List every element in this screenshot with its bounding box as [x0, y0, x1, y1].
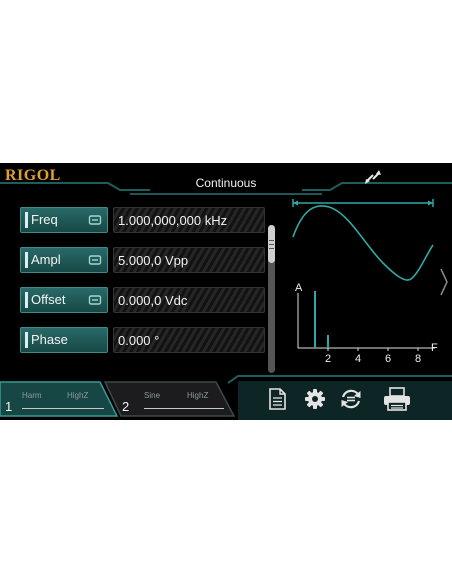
sync-arrows-icon[interactable]: [364, 169, 382, 185]
spectrum-tick-label: 6: [385, 353, 391, 365]
param-row-ampl: Ampl 5.000,0 Vpp: [20, 247, 265, 273]
channel-2-underline: [144, 408, 224, 409]
channel-2-load: HighZ: [187, 391, 209, 400]
channel-1-number: 1: [5, 399, 13, 414]
unit-toggle-icon[interactable]: [88, 254, 102, 266]
channel-1-type: Harm: [22, 391, 42, 400]
ampl-label: Ampl: [31, 252, 61, 267]
gear-icon[interactable]: [302, 386, 328, 412]
param-row-phase: Phase 0.000 °: [20, 327, 265, 353]
spectrum-tick-label: 4: [355, 353, 361, 365]
spectrum-axes: [297, 293, 435, 349]
period-marker: [292, 199, 434, 207]
channel-1-load: HighZ: [67, 391, 89, 400]
freq-value-field[interactable]: 1.000,000,000 kHz: [113, 207, 265, 233]
spectrum-axis-f-label: F: [431, 342, 438, 354]
unit-toggle-icon[interactable]: [88, 294, 102, 306]
waveform-preview: A F 2 4 6 8: [292, 199, 438, 365]
freq-value: 1.000,000,000 kHz: [118, 213, 228, 228]
printer-icon[interactable]: [382, 386, 412, 412]
channel-2-number: 2: [122, 399, 130, 414]
channel-2-tab[interactable]: 2 Sine HighZ: [104, 381, 236, 417]
param-row-freq: Freq 1.000,000,000 kHz: [20, 207, 265, 233]
phase-value-field[interactable]: 0.000 °: [113, 327, 265, 353]
selection-bar: [25, 212, 28, 228]
waveform-curve: [292, 205, 434, 281]
phase-value: 0.000 °: [118, 333, 160, 348]
params-scrollbar[interactable]: [268, 225, 275, 373]
ampl-value-field[interactable]: 5.000,0 Vpp: [113, 247, 265, 273]
param-row-offset: Offset 0.000,0 Vdc: [20, 287, 265, 313]
unit-toggle-icon[interactable]: [88, 214, 102, 226]
selection-bar: [25, 332, 28, 348]
document-icon[interactable]: [264, 386, 290, 412]
selection-bar: [25, 252, 28, 268]
offset-value: 0.000,0 Vdc: [118, 293, 188, 308]
ampl-button[interactable]: Ampl: [20, 247, 108, 273]
spectrum-tick-label: 2: [325, 353, 331, 365]
brand-logo: RIGOL: [5, 167, 61, 184]
freq-button[interactable]: Freq: [20, 207, 108, 233]
next-page-chevron-icon[interactable]: [439, 267, 449, 297]
offset-label: Offset: [31, 292, 66, 307]
offset-value-field[interactable]: 0.000,0 Vdc: [113, 287, 265, 313]
channel-1-tab[interactable]: 1 Harm HighZ: [0, 381, 118, 417]
phase-label: Phase: [31, 332, 68, 347]
channel-1-tab-shape: [0, 381, 118, 417]
scrollbar-thumb[interactable]: [268, 225, 275, 263]
selection-bar: [25, 292, 28, 308]
ampl-value: 5.000,0 Vpp: [118, 253, 189, 268]
channel-2-type: Sine: [144, 391, 161, 400]
spectrum-axis-a-label: A: [295, 282, 303, 294]
mode-title: Continuous: [195, 176, 257, 190]
phase-button[interactable]: Phase: [20, 327, 108, 353]
offset-button[interactable]: Offset: [20, 287, 108, 313]
sync-icon[interactable]: [338, 386, 364, 412]
freq-label: Freq: [31, 212, 58, 227]
scrollbar-grip-icon: [269, 240, 274, 249]
channel-1-underline: [22, 408, 104, 409]
generator-screen: RIGOL Continuous Freq 1.000,000,000 kHz …: [0, 163, 452, 420]
spectrum-tick-label: 8: [415, 353, 421, 365]
